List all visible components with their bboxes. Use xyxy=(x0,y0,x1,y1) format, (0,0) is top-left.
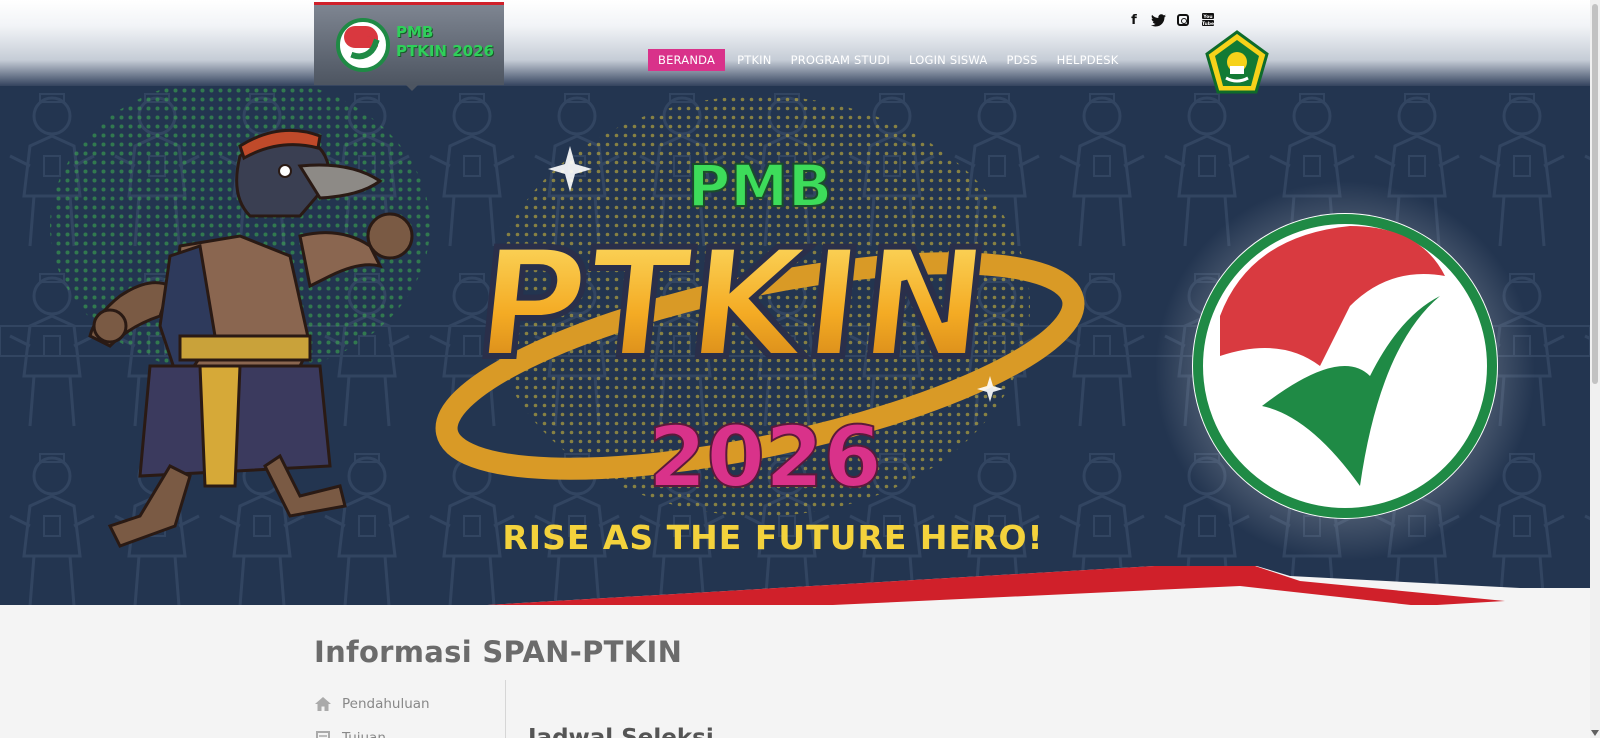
nav-item-beranda[interactable]: BERANDA xyxy=(648,49,726,71)
hero-year-text: 2026 xyxy=(648,408,882,506)
logo-line-1: PMB xyxy=(396,23,434,41)
page-title: Informasi SPAN-PTKIN xyxy=(314,635,683,669)
svg-text:You: You xyxy=(1202,14,1212,20)
ptkin-checkmark-emblem xyxy=(1155,181,1535,561)
logo-text: PMB PTKIN 2026 xyxy=(396,23,494,61)
nav-item-login-siswa[interactable]: LOGIN SISWA xyxy=(902,49,994,71)
youtube-icon[interactable]: You Tube xyxy=(1200,12,1216,28)
logo-emblem-icon xyxy=(336,18,390,72)
side-item-tujuan[interactable]: Tujuan xyxy=(314,721,504,738)
hero-ptkin-text: PTKIN xyxy=(468,217,996,392)
nav-item-ptkin[interactable]: PTKIN xyxy=(730,49,779,71)
side-item-pendahuluan[interactable]: Pendahuluan xyxy=(314,687,504,721)
page-scrollbar[interactable] xyxy=(1590,0,1600,738)
site-header: PMB PTKIN 2026 f You Tube BERANDA PTKIN P… xyxy=(0,0,1590,94)
facebook-icon[interactable]: f xyxy=(1126,12,1142,28)
svg-text:Tube: Tube xyxy=(1202,21,1214,27)
hero-banner: PMB PTKIN 2026 RISE AS THE FUTURE HERO! xyxy=(0,86,1590,620)
scroll-down-arrow-icon[interactable] xyxy=(1591,730,1599,736)
hero-pmb-text: PMB xyxy=(688,152,832,220)
pmb-ptkin-logo[interactable]: PMB PTKIN 2026 xyxy=(314,2,504,91)
kemenag-emblem-icon[interactable] xyxy=(1204,30,1270,96)
side-item-label: Pendahuluan xyxy=(342,696,430,712)
main-content: Informasi SPAN-PTKIN Pendahuluan Tujuan … xyxy=(0,605,1590,738)
nav-item-helpdesk[interactable]: HELPDESK xyxy=(1050,49,1126,71)
scrollbar-thumb[interactable] xyxy=(1592,4,1598,384)
nav-item-pdss[interactable]: PDSS xyxy=(999,49,1044,71)
content-divider xyxy=(505,680,506,738)
home-icon xyxy=(314,696,332,712)
main-nav: BERANDA PTKIN PROGRAM STUDI LOGIN SISWA … xyxy=(648,49,1130,71)
info-side-menu: Pendahuluan Tujuan xyxy=(314,687,504,738)
logo-line-2: PTKIN 2026 xyxy=(396,42,494,60)
side-item-label: Tujuan xyxy=(342,730,386,738)
logo-caret-icon xyxy=(406,85,418,91)
section-heading: Jadwal Seleksi xyxy=(528,725,714,738)
nav-item-program-studi[interactable]: PROGRAM STUDI xyxy=(784,49,897,71)
twitter-icon[interactable] xyxy=(1150,12,1166,28)
page: PMB PTKIN 2026 f You Tube BERANDA PTKIN P… xyxy=(0,0,1600,738)
document-icon xyxy=(314,730,332,738)
instagram-icon[interactable] xyxy=(1175,12,1191,28)
hero-tagline: RISE AS THE FUTURE HERO! xyxy=(502,518,1043,557)
